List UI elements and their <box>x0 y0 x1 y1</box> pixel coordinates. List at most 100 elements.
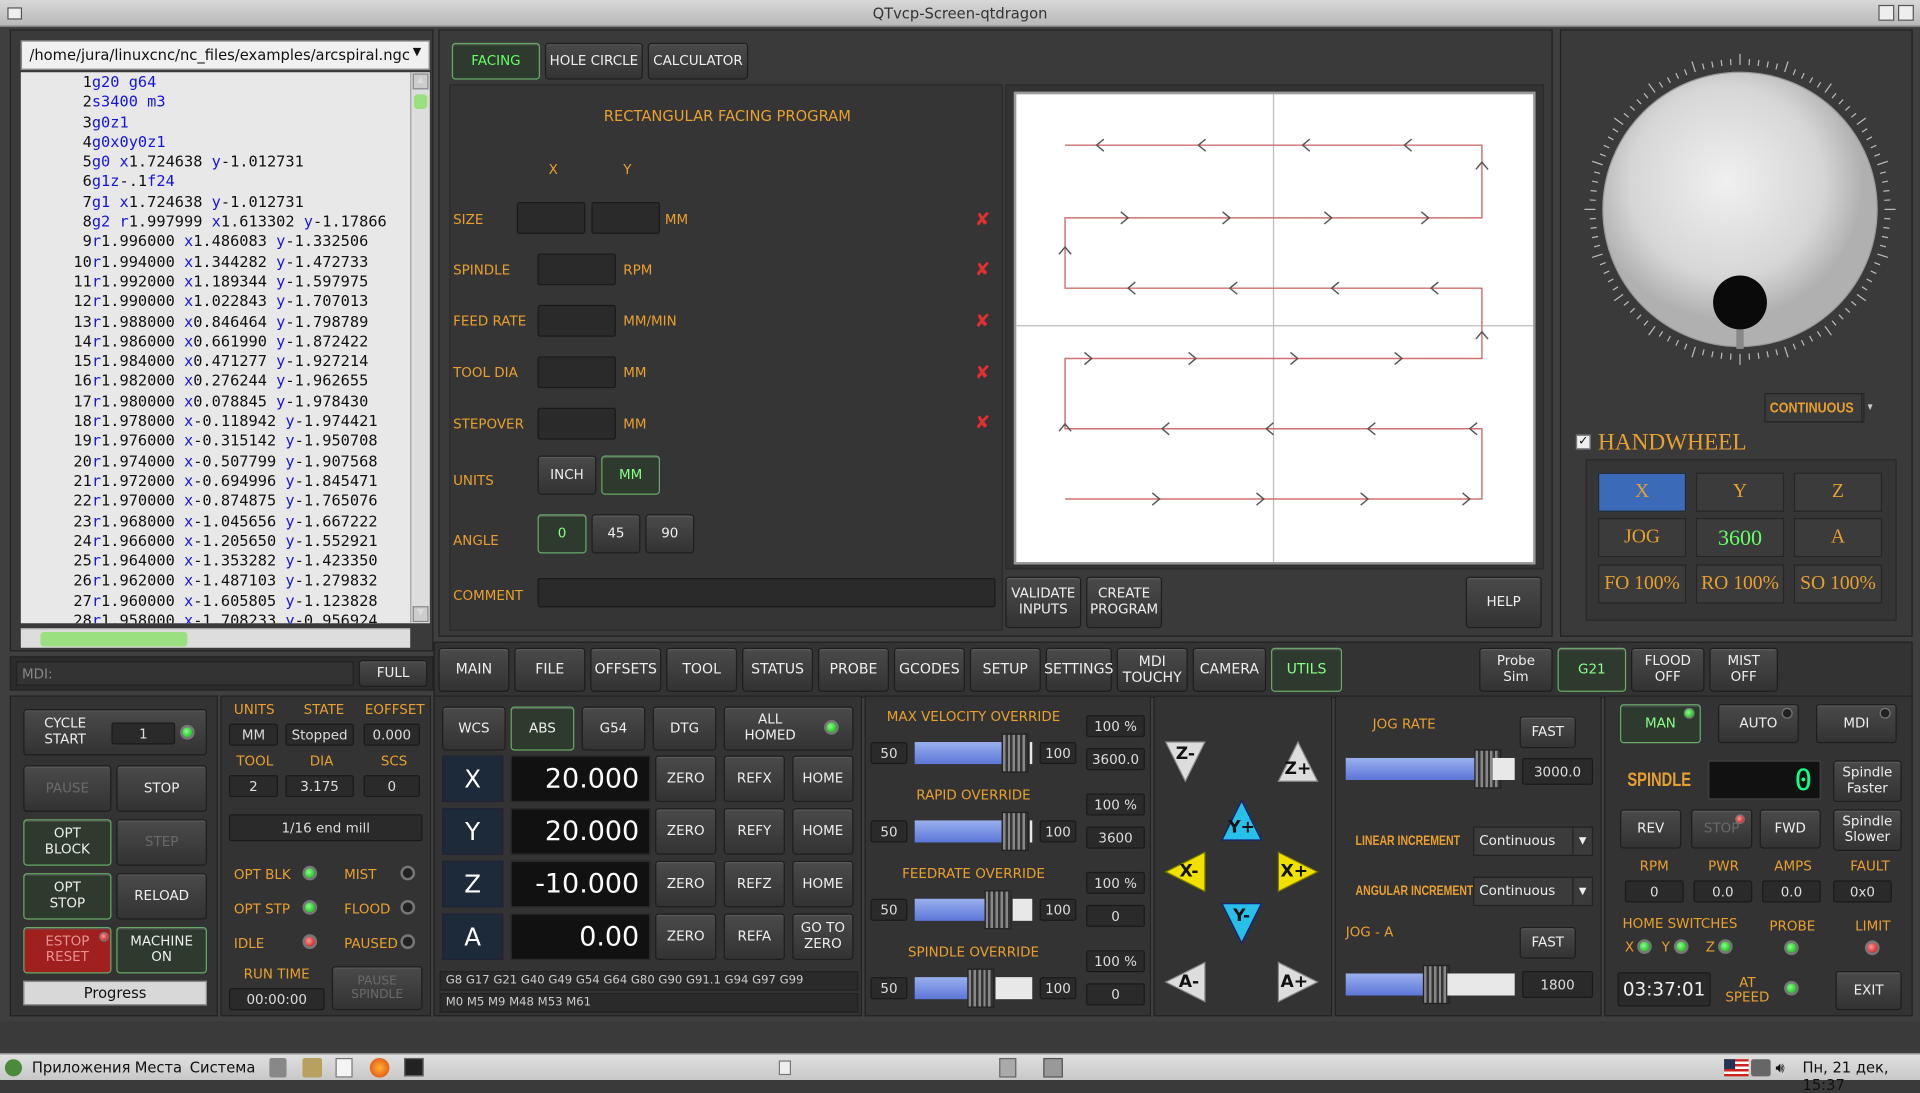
gcode-line[interactable]: 7g1 x1.724638 y-1.012731 <box>21 192 410 212</box>
gcode-line[interactable]: 4g0x0y0z1 <box>21 132 410 152</box>
ref-y-button[interactable]: REFY <box>724 808 785 855</box>
angle-90-button[interactable]: 90 <box>645 514 694 553</box>
comment-input[interactable] <box>538 578 996 607</box>
hw-so[interactable]: SO 100% <box>1794 564 1882 603</box>
gcode-line[interactable]: 15r1.984000 x0.471277 y-1.927214 <box>21 352 410 372</box>
tab-calculator[interactable]: CALCULATOR <box>648 43 748 80</box>
angle-0-button[interactable]: 0 <box>538 514 587 553</box>
gcode-line[interactable]: 22r1.970000 x-0.874875 y-1.765076 <box>21 491 410 511</box>
handwheel-checkbox[interactable]: ✓ <box>1576 435 1591 450</box>
home-z-button[interactable]: HOME <box>792 861 853 908</box>
validate-inputs-button[interactable]: VALIDATE INPUTS <box>1005 577 1081 628</box>
gcode-line[interactable]: 8g2 r1.997999 x1.613302 y-1.17866 <box>21 212 410 232</box>
jog-fast-button[interactable]: FAST <box>1520 716 1576 748</box>
launcher-linuxcnc-icon[interactable] <box>302 1058 322 1078</box>
distro-logo-icon[interactable] <box>5 1059 22 1076</box>
size-y-input[interactable] <box>591 202 660 234</box>
mdi-input[interactable]: MDI: <box>16 661 354 685</box>
hw-axis-z[interactable]: Z <box>1794 473 1882 512</box>
launcher-firefox-icon[interactable] <box>370 1058 390 1078</box>
taskbar-clock[interactable]: Пн, 21 дек, 15:37 <box>1802 1059 1920 1093</box>
gcode-line[interactable]: 14r1.986000 x0.661990 y-1.872422 <box>21 332 410 352</box>
hw-axis-y[interactable]: Y <box>1696 473 1784 512</box>
home-x-button[interactable]: HOME <box>792 756 853 803</box>
tab-setup[interactable]: SETUP <box>970 648 1041 692</box>
gcode-listing[interactable]: 1g20 g642s3400 m33g0z14g0x0y0z15g0 x1.72… <box>21 72 410 623</box>
keyboard-flag-icon[interactable] <box>1724 1059 1748 1076</box>
launcher-tool-icon[interactable] <box>269 1058 286 1078</box>
tab-utils[interactable]: UTILS <box>1271 648 1342 692</box>
hw-jog[interactable]: JOG <box>1598 518 1686 557</box>
rapid-override-slider[interactable] <box>915 820 1033 842</box>
tab-hole-circle[interactable]: HOLE CIRCLE <box>545 43 643 80</box>
mdi-full-button[interactable]: FULL <box>359 660 428 687</box>
home-a-button[interactable]: GO TO ZERO <box>792 913 853 960</box>
jog-a-plus[interactable]: A+ <box>1275 959 1322 1006</box>
gcode-line[interactable]: 28r1.958000 x-1.708233 y-0.956924 <box>21 611 410 623</box>
stepover-input[interactable] <box>538 408 616 440</box>
stop-button[interactable]: STOP <box>116 765 207 812</box>
gcode-line[interactable]: 18r1.978000 x-0.118942 y-1.974421 <box>21 411 410 431</box>
menu-applications[interactable]: Приложения <box>32 1059 131 1076</box>
gcode-line[interactable]: 6g1z-.1f24 <box>21 172 410 192</box>
tab-facing[interactable]: FACING <box>452 43 540 80</box>
handwheel-dial[interactable] <box>1581 50 1899 368</box>
jog-a-minus[interactable]: A- <box>1162 959 1209 1006</box>
tab-gcodes[interactable]: GCODES <box>894 648 965 692</box>
launcher-terminal-icon[interactable] <box>404 1058 424 1076</box>
gcode-line[interactable]: 19r1.976000 x-0.315142 y-1.950708 <box>21 431 410 451</box>
spindle-faster-button[interactable]: Spindle Faster <box>1833 760 1902 802</box>
units-mm-button[interactable]: MM <box>601 456 660 495</box>
feed-rate-input[interactable] <box>538 305 616 337</box>
spindle-override-slider[interactable] <box>915 977 1033 999</box>
gcode-line[interactable]: 17r1.980000 x0.078845 y-1.978430 <box>21 392 410 412</box>
jog-y-minus[interactable]: Y- <box>1218 900 1265 947</box>
create-program-button[interactable]: CREATE PROGRAM <box>1086 577 1162 628</box>
tab-main[interactable]: MAIN <box>438 648 509 692</box>
spindle-override-handle[interactable] <box>967 969 994 1008</box>
units-inch-button[interactable]: INCH <box>538 456 597 495</box>
pause-button[interactable]: PAUSE <box>23 765 111 812</box>
gcode-line[interactable]: 21r1.972000 x-0.694996 y-1.845471 <box>21 471 410 491</box>
gcode-line[interactable]: 16r1.982000 x0.276244 y-1.962655 <box>21 372 410 392</box>
launcher-editor-icon[interactable] <box>336 1058 353 1078</box>
show-desktop-icon[interactable] <box>779 1060 791 1075</box>
exit-button[interactable]: EXIT <box>1836 971 1902 1010</box>
opt-block-button[interactable]: OPT BLOCK <box>23 819 111 866</box>
workspace-icon[interactable] <box>1043 1058 1063 1078</box>
jog-a-fast-button[interactable]: FAST <box>1520 927 1576 959</box>
gcode-line[interactable]: 24r1.966000 x-1.205650 y-1.552921 <box>21 531 410 551</box>
gcode-line[interactable]: 1g20 g64 <box>21 72 410 92</box>
linear-increment-combo[interactable]: Continuous ▼ <box>1473 827 1593 856</box>
tab-tool[interactable]: TOOL <box>666 648 737 692</box>
rapid-override-handle[interactable] <box>1002 812 1029 851</box>
zero-x-button[interactable]: ZERO <box>655 756 716 803</box>
cycle-count[interactable]: 1 <box>111 722 175 744</box>
handwheel-mode-combo[interactable]: CONTINUOUS ▼ <box>1765 393 1865 422</box>
spindle-fwd-button[interactable]: FWD <box>1760 809 1821 848</box>
gcode-line[interactable]: 9r1.996000 x1.486083 y-1.332506 <box>21 232 410 252</box>
home-y-button[interactable]: HOME <box>792 808 853 855</box>
gcode-line[interactable]: 12r1.990000 x1.022843 y-1.707013 <box>21 292 410 312</box>
gcode-line[interactable]: 27r1.960000 x-1.605805 y-1.123828 <box>21 591 410 611</box>
gcode-line[interactable]: 2s3400 m3 <box>21 92 410 112</box>
dtg-button[interactable]: DTG <box>653 707 717 751</box>
gcode-line[interactable]: 10r1.994000 x1.344282 y-1.472733 <box>21 252 410 272</box>
spindle-rev-button[interactable]: REV <box>1620 809 1681 848</box>
gcode-vscrollbar[interactable]: ▲ ▼ <box>410 72 430 623</box>
feedrate-override-handle[interactable] <box>984 890 1011 929</box>
jog-a-slider[interactable] <box>1346 973 1515 995</box>
help-button[interactable]: HELP <box>1466 577 1542 628</box>
hw-fo[interactable]: FO 100% <box>1598 564 1686 603</box>
max-velocity-override-slider[interactable] <box>915 742 1033 764</box>
close-icon[interactable] <box>1898 5 1914 21</box>
tool-dia-input[interactable] <box>538 356 616 388</box>
machine-on-button[interactable]: MACHINE ON <box>116 927 207 974</box>
gcode-line[interactable]: 3g0z1 <box>21 112 410 132</box>
ref-a-button[interactable]: REFA <box>724 913 785 960</box>
gcode-line[interactable]: 11r1.992000 x1.189344 y-1.597975 <box>21 272 410 292</box>
spindle-input[interactable] <box>538 253 616 285</box>
probe-sim-button[interactable]: Probe Sim <box>1479 648 1552 692</box>
file-path-combo[interactable]: /home/jura/linuxcnc/nc_files/examples/ar… <box>21 40 430 69</box>
hw-axis-a[interactable]: A <box>1794 518 1882 557</box>
